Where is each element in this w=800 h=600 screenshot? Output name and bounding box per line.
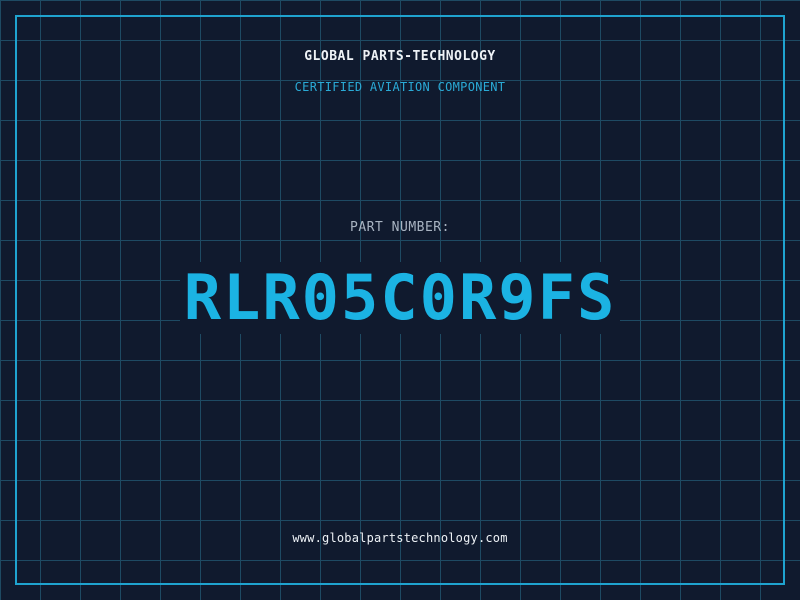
part-number-value: RLR05C0R9FS — [179, 262, 621, 334]
part-number-label: PART NUMBER: — [350, 220, 450, 235]
company-name: GLOBAL PARTS-TECHNOLOGY — [304, 49, 496, 64]
part-number-container: RLR05C0R9FS — [0, 262, 800, 334]
website-url: www.globalpartstechnology.com — [292, 531, 508, 545]
certification-subtitle: CERTIFIED AVIATION COMPONENT — [294, 80, 506, 94]
